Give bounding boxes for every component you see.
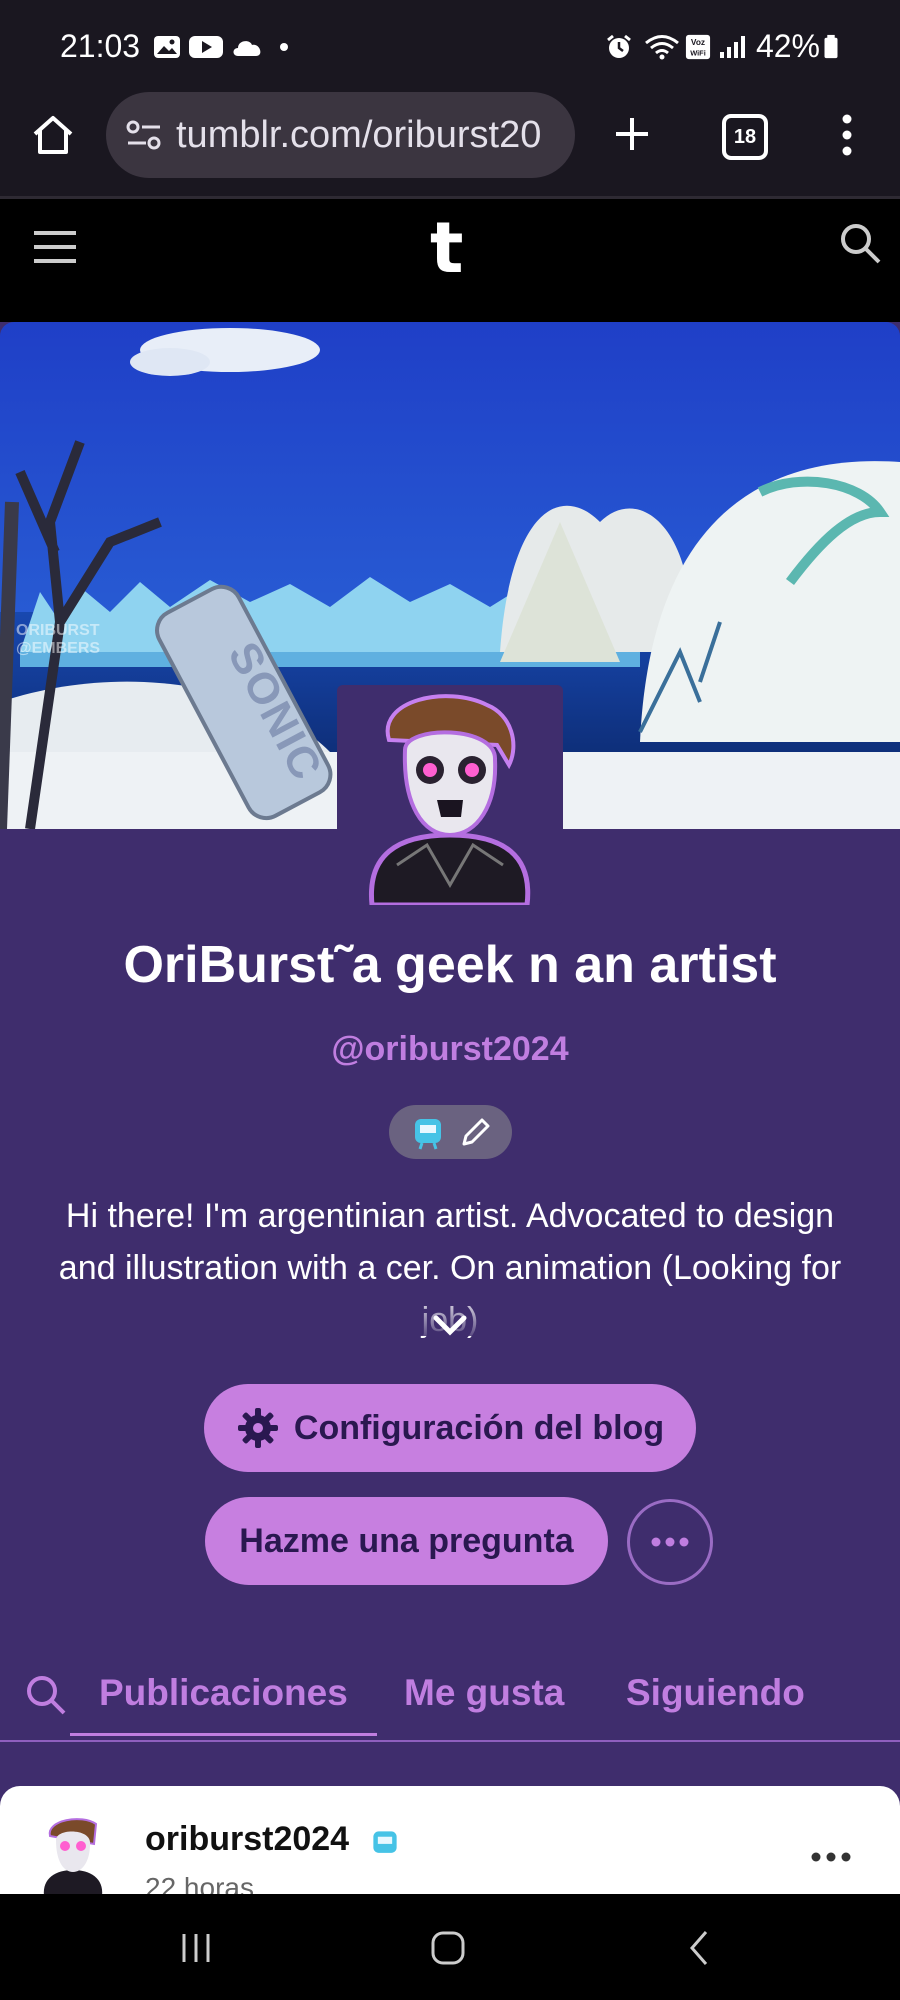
address-bar[interactable]: tumblr.com/oriburst20 [106,92,575,178]
tab-switcher-button[interactable]: 18 [722,114,768,160]
svg-text:Voz: Voz [691,37,705,47]
recent-apps-icon[interactable] [176,1928,216,1968]
ask-question-button[interactable]: Hazme una pregunta [205,1497,608,1585]
vowifi-icon: Voz WiFi [685,34,711,60]
cloud-icon [233,41,261,56]
status-clock: 21:03 [60,28,141,64]
back-icon[interactable] [684,1928,714,1968]
gallery-icon [154,36,180,58]
post-options-icon[interactable] [810,1850,852,1864]
blog-title: OriBurst˜a geek n an artist [123,936,777,994]
site-settings-icon[interactable] [124,116,164,154]
post-card[interactable]: oriburst2024 22 horas [0,1786,900,1896]
alarm-icon [607,34,631,58]
more-options-button[interactable] [627,1499,713,1585]
tumblr-logo[interactable]: t [430,207,470,289]
blog-search-icon[interactable] [24,1673,68,1717]
tabs-divider [0,1740,900,1742]
post-avatar[interactable] [34,1814,112,1896]
tumblr-header: t [0,199,900,322]
hamburger-menu-icon[interactable] [32,227,78,267]
wifi-icon [645,35,679,60]
svg-text:WiFi: WiFi [690,48,706,57]
gear-icon [237,1408,278,1448]
post-badge-icon [373,1831,397,1853]
new-tab-icon[interactable] [612,114,652,154]
post-username[interactable]: oriburst2024 [145,1820,349,1859]
home-icon[interactable] [30,112,76,158]
youtube-icon [189,36,223,58]
blog-handle[interactable]: @oriburst2024 [0,1030,900,1069]
post-timestamp: 22 horas [145,1872,254,1896]
battery-percent: 42% [755,28,820,64]
status-bar: 21:03 Voz WiFi 42% [0,0,900,92]
banner-watermark: ORIBURST @EMBERS [16,622,101,657]
badge-pill[interactable] [389,1105,512,1159]
more-dots-icon [651,1537,689,1547]
search-icon[interactable] [838,221,882,265]
ask-question-label: Hazme una pregunta [239,1521,574,1560]
blog-avatar[interactable] [337,685,563,905]
home-button-icon[interactable] [428,1928,468,1968]
system-nav-bar [0,1894,900,2000]
expand-chevron-icon[interactable] [430,1312,470,1340]
edit-pencil-icon[interactable] [459,1115,493,1149]
blog-settings-button[interactable]: Configuración del blog [204,1384,696,1472]
blog-settings-label: Configuración del blog [293,1408,665,1447]
tab-publicaciones[interactable]: Publicaciones [99,1672,348,1714]
badge-icon [415,1119,441,1150]
browser-menu-icon[interactable] [836,112,858,158]
battery-icon [824,34,838,59]
dot-icon [280,43,288,51]
tab-me-gusta[interactable]: Me gusta [404,1672,564,1714]
signal-icon [720,36,745,58]
active-tab-indicator [70,1733,377,1736]
url-text[interactable]: tumblr.com/oriburst20 [176,114,561,157]
tab-siguiendo[interactable]: Siguiendo [626,1672,805,1714]
